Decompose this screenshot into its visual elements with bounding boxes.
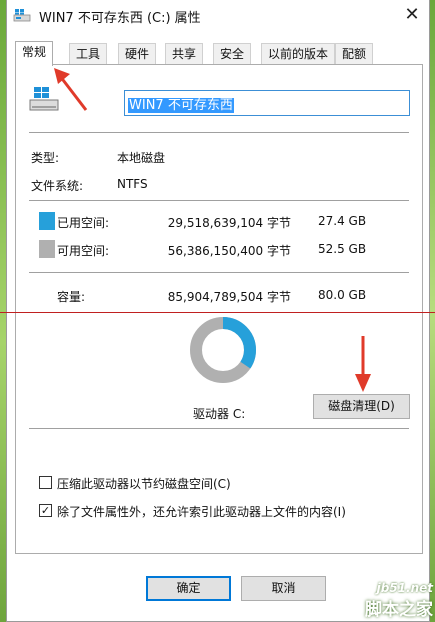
- drive-name-input[interactable]: WIN7 不可存东西: [124, 90, 410, 116]
- free-space-swatch: [39, 240, 55, 258]
- compress-label[interactable]: 压缩此驱动器以节约磁盘空间(C): [57, 475, 231, 492]
- divider: [29, 200, 409, 201]
- close-button[interactable]: ✕: [401, 4, 423, 26]
- ok-button[interactable]: 确定: [146, 576, 231, 601]
- watermark-name: 脚本之家: [365, 600, 433, 620]
- annotation-arrow-icon: [54, 68, 88, 111]
- free-space-label: 可用空间:: [57, 244, 110, 258]
- drive-caption: 驱动器 C:: [193, 407, 246, 421]
- free-space-size: 52.5 GB: [318, 242, 367, 256]
- title-bar[interactable]: WIN7 不可存东西 (C:) 属性 ✕: [7, 0, 429, 30]
- free-space-bytes: 56,386,150,400 字节: [167, 244, 291, 258]
- index-label[interactable]: 除了文件属性外，还允许索引此驱动器上文件的内容(I): [57, 503, 346, 520]
- used-space-label: 已用空间:: [57, 216, 110, 230]
- drive-name-text: WIN7 不可存东西: [128, 98, 234, 113]
- filesystem-value: NTFS: [117, 177, 148, 191]
- divider: [29, 132, 409, 133]
- watermark: jb51.net 脚本之家: [365, 581, 433, 620]
- tab-hardware[interactable]: 硬件: [118, 43, 157, 65]
- cancel-button[interactable]: 取消: [241, 576, 326, 601]
- type-label: 类型:: [31, 151, 60, 165]
- divider: [29, 272, 409, 273]
- divider: [29, 428, 409, 429]
- tab-tools[interactable]: 工具: [69, 43, 108, 65]
- tab-quota[interactable]: 配额: [335, 43, 374, 65]
- tab-general[interactable]: 常规: [15, 41, 54, 66]
- tab-bar: 常规 工具 硬件 共享 安全 以前的版本 配额: [15, 41, 423, 66]
- index-checkbox[interactable]: ✓: [39, 504, 52, 517]
- tab-previous-versions[interactable]: 以前的版本: [261, 43, 336, 65]
- used-space-swatch: [39, 212, 55, 230]
- used-space-size: 27.4 GB: [318, 214, 367, 228]
- watermark-url: jb51.net: [376, 581, 433, 595]
- used-space-bytes: 29,518,639,104 字节: [167, 216, 291, 230]
- window-title: WIN7 不可存东西 (C:) 属性: [39, 11, 201, 26]
- disk-cleanup-button[interactable]: 磁盘清理(D): [313, 394, 410, 419]
- capacity-label: 容量:: [57, 290, 86, 304]
- tab-security[interactable]: 安全: [213, 43, 252, 65]
- disk-usage-donut: [190, 317, 256, 383]
- compress-checkbox[interactable]: [39, 476, 52, 489]
- red-annotation-line: [0, 312, 435, 313]
- annotation-arrow-icon: [355, 336, 371, 392]
- filesystem-label: 文件系统:: [31, 179, 84, 193]
- drive-icon: [13, 9, 31, 22]
- type-value: 本地磁盘: [117, 151, 166, 165]
- capacity-size: 80.0 GB: [318, 288, 367, 302]
- capacity-bytes: 85,904,789,504 字节: [167, 290, 291, 304]
- tab-sharing[interactable]: 共享: [165, 43, 204, 65]
